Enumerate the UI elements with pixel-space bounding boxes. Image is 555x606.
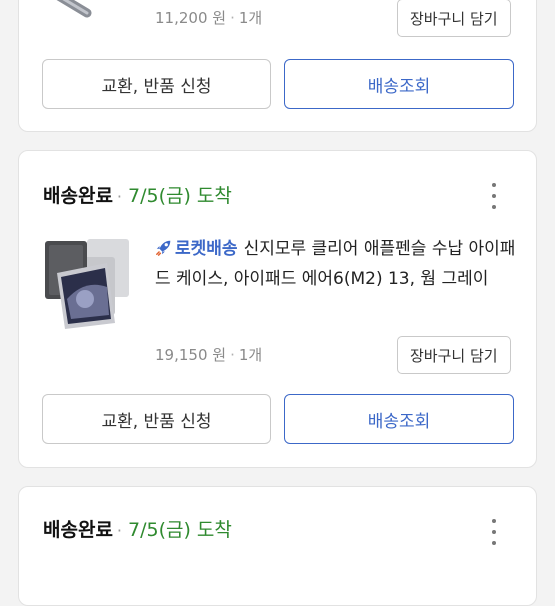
meta-separator: · (230, 346, 235, 364)
product-thumbnail[interactable] (45, 239, 133, 331)
delivery-status: 배송완료 · 7/5(금) 도착 (43, 181, 232, 208)
item-price: 11,200 원 (155, 9, 227, 27)
item-price: 19,150 원 (155, 346, 227, 364)
rocket-icon (156, 240, 171, 256)
add-to-cart-button[interactable]: 장바구니 담기 (397, 336, 511, 374)
add-to-cart-button[interactable]: 장바구니 담기 (397, 0, 511, 37)
status-label: 배송완료 (43, 185, 113, 207)
more-options-icon[interactable] (487, 183, 501, 209)
delivery-date: 7/5(금) (128, 185, 191, 207)
price-quantity: 11,200 원 · 1개 (155, 7, 262, 28)
order-card-3: 배송완료 · 7/5(금) 도착 (18, 486, 537, 606)
status-separator: · (116, 187, 123, 206)
track-delivery-button[interactable]: 배송조회 (284, 394, 514, 444)
order-card-1: 11,200 원 · 1개 장바구니 담기 교환, 반품 신청 배송조회 (18, 0, 537, 132)
delivery-status: 배송완료 · 7/5(금) 도착 (43, 515, 232, 542)
status-separator: · (116, 521, 123, 540)
price-quantity: 19,150 원 · 1개 (155, 344, 262, 365)
arrival-text: 도착 (196, 185, 232, 207)
delivery-date: 7/5(금) (128, 519, 191, 541)
arrival-text: 도착 (196, 519, 232, 541)
rocket-delivery-badge: 로켓배송 (175, 239, 238, 259)
exchange-return-button[interactable]: 교환, 반품 신청 (42, 394, 271, 444)
status-label: 배송완료 (43, 519, 113, 541)
more-options-icon[interactable] (487, 519, 501, 545)
item-quantity: 1개 (238, 346, 263, 364)
item-quantity: 1개 (238, 9, 263, 27)
track-delivery-button[interactable]: 배송조회 (284, 59, 514, 109)
meta-separator: · (230, 9, 235, 27)
product-thumbnail[interactable] (49, 0, 109, 19)
product-title-block[interactable]: 로켓배송 신지모루 클리어 애플펜슬 수납 아이패드 케이스, 아이패드 에어6(… (155, 234, 519, 294)
order-card-2: 배송완료 · 7/5(금) 도착 로켓배송 신지모루 클리어 애플펜슬 수납 아이… (18, 150, 537, 468)
exchange-return-button[interactable]: 교환, 반품 신청 (42, 59, 271, 109)
